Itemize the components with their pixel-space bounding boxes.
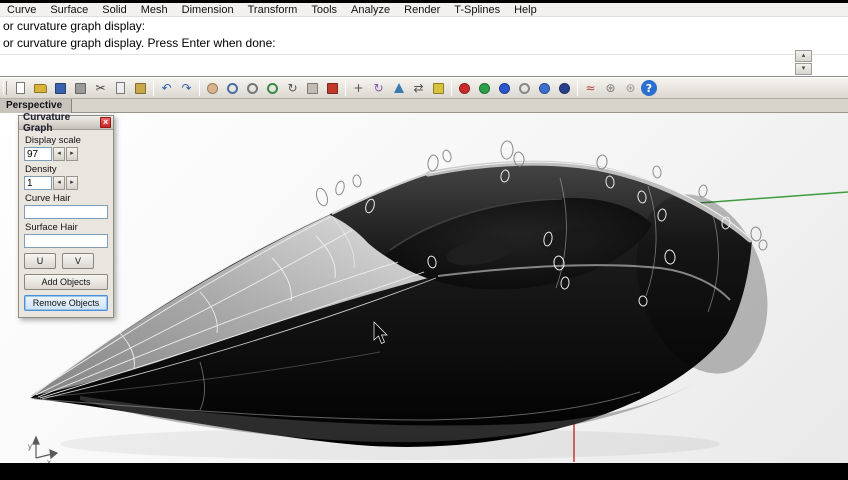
- rotate-icon[interactable]: ↻: [369, 79, 388, 97]
- menu-item-tools[interactable]: Tools: [304, 3, 344, 17]
- redo-icon[interactable]: ↷: [177, 79, 196, 97]
- u-button[interactable]: U: [24, 253, 56, 269]
- shaded-sphere-icon[interactable]: [555, 79, 574, 97]
- curve-hair-label: Curve Hair: [25, 193, 71, 204]
- toolbar-separator: [199, 80, 200, 96]
- viewport-canvas[interactable]: y x: [0, 113, 848, 463]
- menu-item-analyze[interactable]: Analyze: [344, 3, 397, 17]
- paste-icon[interactable]: [131, 79, 150, 97]
- rotate-view-icon[interactable]: ↻: [283, 79, 302, 97]
- menu-item-transform[interactable]: Transform: [241, 3, 305, 17]
- scroll-down-icon[interactable]: ▾: [795, 63, 812, 75]
- render-red-sphere-icon[interactable]: [455, 79, 474, 97]
- remove-objects-button[interactable]: Remove Objects: [24, 295, 108, 311]
- add-objects-button[interactable]: Add Objects: [24, 274, 108, 290]
- scale-icon[interactable]: [389, 79, 408, 97]
- menu-item-mesh[interactable]: Mesh: [134, 3, 175, 17]
- density-increment-icon[interactable]: ▸: [66, 176, 78, 190]
- curvature-graph-dialog: Curvature Graph × Display scale ◂ ▸ Dens…: [18, 112, 114, 318]
- toolbar-separator: [577, 80, 578, 96]
- options-gear-icon[interactable]: ⊛: [601, 79, 620, 97]
- main-toolbar: ✂ ↶ ↷ ↻ + ↻ ⇄ ≈ ⊛ ⊛?: [0, 77, 848, 99]
- toolbar-grip[interactable]: [3, 81, 7, 95]
- render-green-sphere-icon[interactable]: [475, 79, 494, 97]
- move-icon[interactable]: +: [349, 79, 368, 97]
- toolbar-separator: [451, 80, 452, 96]
- v-button[interactable]: V: [62, 253, 94, 269]
- vehicle-display-icon[interactable]: [323, 79, 342, 97]
- toolbar-separator: [345, 80, 346, 96]
- dialog-title: Curvature Graph: [23, 111, 71, 134]
- cut-icon[interactable]: ✂: [91, 79, 110, 97]
- copy-icon[interactable]: [111, 79, 130, 97]
- display-scale-increment-icon[interactable]: ▸: [66, 147, 78, 161]
- pan-view-icon[interactable]: [203, 79, 222, 97]
- gears-icon[interactable]: ⊛: [621, 79, 640, 97]
- application-window: Curve Surface Solid Mesh Dimension Transform T…: [0, 0, 848, 480]
- menu-item-solid[interactable]: Solid: [95, 3, 133, 17]
- display-scale-decrement-icon[interactable]: ◂: [53, 147, 65, 161]
- bottom-letterbox: [0, 463, 848, 480]
- display-scale-input[interactable]: [24, 147, 52, 161]
- zoom-extents-icon[interactable]: [263, 79, 282, 97]
- named-views-icon[interactable]: [303, 79, 322, 97]
- menu-item-render[interactable]: Render: [397, 3, 447, 17]
- mirror-icon[interactable]: ⇄: [409, 79, 428, 97]
- help-icon[interactable]: ?: [641, 80, 657, 96]
- open-file-icon[interactable]: [31, 79, 50, 97]
- new-file-icon[interactable]: [11, 79, 30, 97]
- axis-y-label: y: [28, 442, 32, 451]
- curve-hair-input[interactable]: [24, 205, 108, 219]
- command-history-line-2: or curvature graph display. Press Enter …: [3, 36, 276, 50]
- print-icon[interactable]: [71, 79, 90, 97]
- surface-hair-input[interactable]: [24, 234, 108, 248]
- cplane-axis-gizmo: y x: [28, 435, 59, 463]
- density-label: Density: [25, 164, 57, 175]
- menu-item-surface[interactable]: Surface: [43, 3, 95, 17]
- undo-icon[interactable]: ↶: [157, 79, 176, 97]
- menu-bar: Curve Surface Solid Mesh Dimension Transform T…: [0, 3, 848, 17]
- toolbar-separator: [153, 80, 154, 96]
- globe-icon[interactable]: [535, 79, 554, 97]
- menu-item-t-splines[interactable]: T-Splines: [447, 3, 507, 17]
- density-input[interactable]: [24, 176, 52, 190]
- boat-model[interactable]: [29, 160, 789, 447]
- lock-icon[interactable]: [429, 79, 448, 97]
- render-blue-sphere-icon[interactable]: [495, 79, 514, 97]
- curvature-graph-icon[interactable]: ≈: [581, 79, 600, 97]
- menu-item-help[interactable]: Help: [507, 3, 544, 17]
- torus-icon[interactable]: [515, 79, 534, 97]
- command-scrollbar: ▴ ▾: [795, 50, 812, 76]
- menu-item-curve[interactable]: Curve: [0, 3, 43, 17]
- close-icon[interactable]: ×: [100, 117, 111, 128]
- command-area[interactable]: or curvature graph display: or curvature…: [0, 17, 848, 77]
- command-separator: [0, 54, 848, 55]
- surface-hair-label: Surface Hair: [25, 222, 78, 233]
- save-icon[interactable]: [51, 79, 70, 97]
- command-history-line-1: or curvature graph display:: [3, 19, 146, 33]
- viewport-title-strip: Perspective: [0, 99, 848, 113]
- menu-item-dimension[interactable]: Dimension: [175, 3, 241, 17]
- zoom-window-icon[interactable]: [243, 79, 262, 97]
- display-scale-label: Display scale: [25, 135, 81, 146]
- zoom-dynamic-icon[interactable]: [223, 79, 242, 97]
- dialog-titlebar[interactable]: Curvature Graph ×: [19, 112, 113, 134]
- density-decrement-icon[interactable]: ◂: [53, 176, 65, 190]
- scroll-up-icon[interactable]: ▴: [795, 50, 812, 62]
